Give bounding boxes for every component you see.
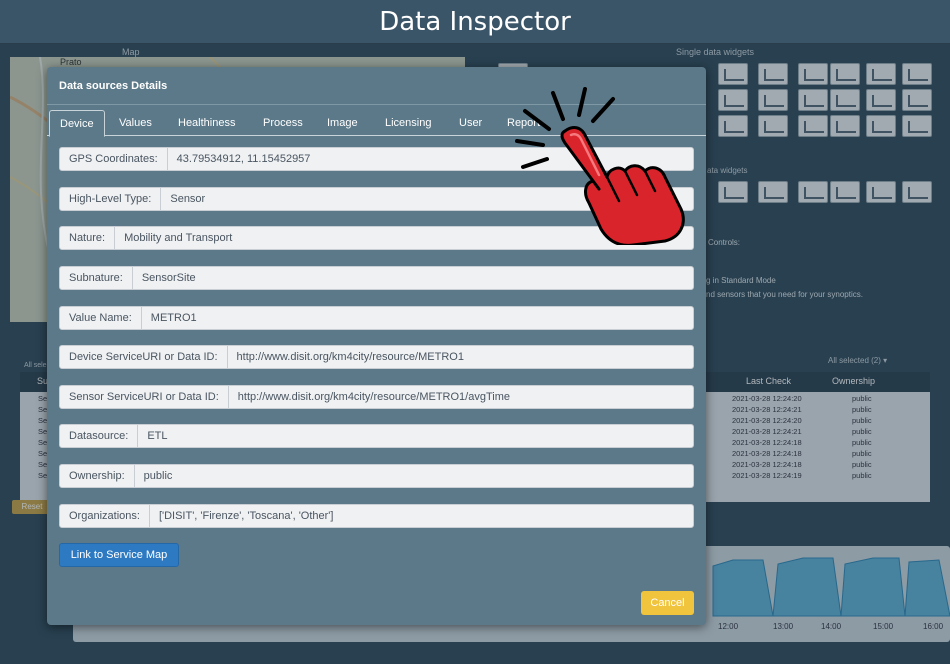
field-value: public — [143, 470, 173, 482]
tab-user[interactable]: User — [449, 110, 492, 136]
subnature-field: Subnature: SensorSite — [59, 266, 694, 290]
tab-process[interactable]: Process — [253, 110, 313, 136]
device-service-uri-field: Device ServiceURI or Data ID: http://www… — [59, 345, 694, 369]
app-title: Data Inspector — [0, 0, 950, 44]
field-label: Value Name: — [60, 307, 142, 329]
field-label: Device ServiceURI or Data ID: — [60, 346, 228, 368]
field-value: Mobility and Transport — [124, 232, 233, 244]
field-label: Ownership: — [60, 465, 135, 487]
field-label: High-Level Type: — [60, 188, 162, 210]
tab-image[interactable]: Image — [317, 110, 368, 136]
field-label: Datasource: — [60, 425, 139, 447]
pointing-hand-icon — [515, 85, 700, 247]
field-label: GPS Coordinates: — [60, 148, 168, 170]
datasource-field: Datasource: ETL — [59, 424, 694, 448]
field-value: METRO1 — [150, 312, 197, 324]
link-to-service-map-button[interactable]: Link to Service Map — [59, 543, 179, 567]
field-label: Organizations: — [60, 505, 150, 527]
field-label: Nature: — [60, 227, 116, 249]
tab-values[interactable]: Values — [109, 110, 162, 136]
field-value: ETL — [147, 430, 168, 442]
field-value: http://www.disit.org/km4city/resource/ME… — [236, 351, 464, 363]
field-label: Sensor ServiceURI or Data ID: — [60, 386, 229, 408]
ownership-field: Ownership: public — [59, 464, 694, 488]
field-value: SensorSite — [141, 272, 196, 284]
tab-device[interactable]: Device — [49, 110, 105, 137]
tab-licensing[interactable]: Licensing — [375, 110, 441, 136]
cancel-button[interactable]: Cancel — [641, 591, 694, 615]
field-value: ['DISIT', 'Firenze', 'Toscana', 'Other'] — [158, 510, 334, 522]
value-name-field: Value Name: METRO1 — [59, 306, 694, 330]
tab-healthiness[interactable]: Healthiness — [168, 110, 245, 136]
field-value: 43.79534912, 11.15452957 — [176, 153, 311, 165]
field-label: Subnature: — [60, 267, 133, 289]
sensor-service-uri-field: Sensor ServiceURI or Data ID: http://www… — [59, 385, 694, 409]
field-value: Sensor — [170, 193, 206, 205]
modal-title: Data sources Details — [59, 80, 168, 92]
organizations-field: Organizations: ['DISIT', 'Firenze', 'Tos… — [59, 504, 694, 528]
field-value: http://www.disit.org/km4city/resource/ME… — [237, 391, 511, 403]
